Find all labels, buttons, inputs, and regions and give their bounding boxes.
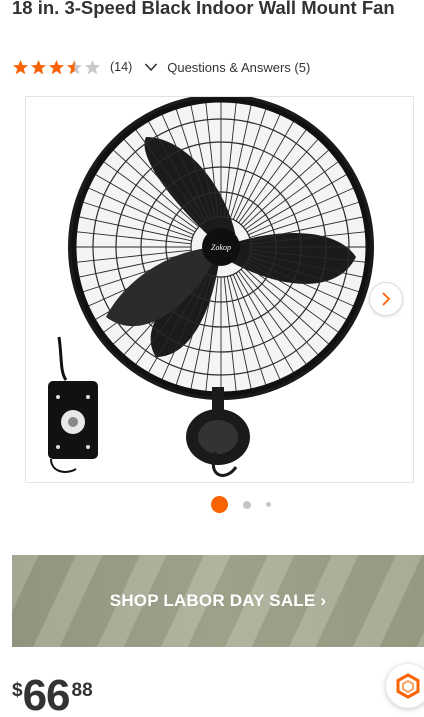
questions-answers-label: Questions & Answers (5) [167, 59, 311, 75]
svg-text:Zokop: Zokop [211, 243, 231, 252]
review-count[interactable]: (14) [110, 60, 132, 74]
product-image-carousel[interactable]: Zokop [25, 96, 414, 483]
carousel-indicator [211, 496, 271, 513]
hexagon-help-icon [396, 673, 420, 699]
price-dollars: 66 [22, 671, 71, 717]
star-full-icon [13, 59, 28, 74]
rating-row: (14) Questions & Answers (5) [12, 58, 310, 76]
star-full-icon [49, 59, 64, 74]
product-title: 18 in. 3-Speed Black Indoor Wall Mount F… [12, 0, 395, 18]
product-image: Zokop [48, 97, 374, 477]
star-half-icon [67, 59, 82, 74]
carousel-dot-1[interactable] [211, 496, 228, 513]
price-currency: $ [12, 680, 23, 701]
star-empty-icon [85, 59, 100, 74]
carousel-dot-2[interactable] [243, 500, 251, 509]
help-chat-button[interactable] [386, 664, 424, 708]
questions-answers-link[interactable]: Questions & Answers (5) [144, 60, 310, 75]
price: $ 66 88 [12, 671, 93, 717]
carousel-next-button[interactable] [369, 282, 403, 316]
banner-label: SHOP LABOR DAY SALE › [109, 591, 327, 610]
carousel-dot-3[interactable] [266, 502, 271, 507]
chevron-right-icon [382, 292, 391, 306]
labor-day-sale-banner[interactable]: SHOP LABOR DAY SALE › [12, 555, 424, 647]
chevron-down-icon [145, 63, 158, 72]
star-rating[interactable] [12, 59, 101, 76]
price-cents: 88 [71, 680, 93, 701]
star-full-icon [31, 59, 46, 74]
